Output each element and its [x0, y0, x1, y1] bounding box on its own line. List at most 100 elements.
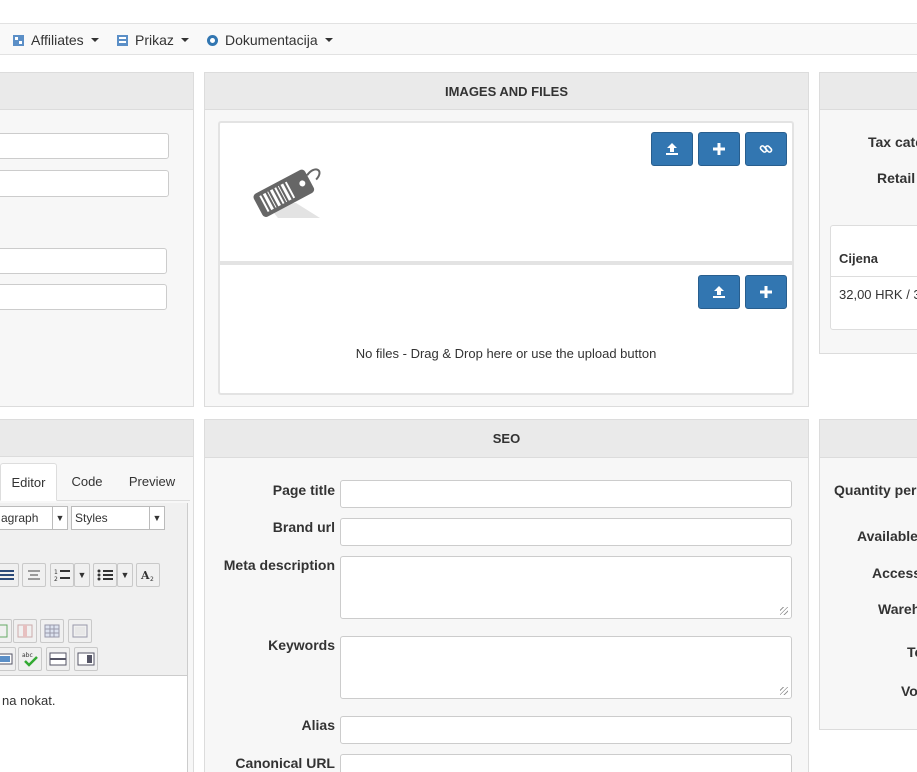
styles-value: Styles — [75, 511, 108, 525]
upload-file-button[interactable] — [698, 275, 740, 309]
align-center-button[interactable] — [22, 563, 46, 587]
meta-description-label: Meta description — [223, 557, 335, 573]
subscript-icon: A2 — [140, 569, 154, 583]
quantity-per-label: Quantity per — [834, 482, 917, 498]
upload-icon — [666, 143, 678, 155]
warehouse-label: Wareh — [878, 601, 917, 617]
horizontal-rule-button[interactable] — [46, 647, 70, 671]
resize-grip-icon[interactable] — [780, 607, 788, 615]
svg-text:A: A — [140, 569, 150, 582]
chevron-down-icon — [180, 38, 189, 42]
tab-editor[interactable]: Editor — [0, 463, 57, 501]
svg-text:abc: abc — [22, 652, 33, 659]
add-file-button[interactable] — [745, 275, 787, 309]
link-image-button[interactable] — [745, 132, 787, 166]
styles-select[interactable]: Styles ▼ — [71, 506, 165, 530]
left-input-2[interactable] — [0, 170, 169, 197]
canonical-url-label: Canonical URL — [235, 755, 335, 771]
files-empty-text: No files - Drag & Drop here or use the u… — [355, 346, 657, 361]
left-input-3[interactable] — [0, 248, 167, 274]
right-top-panel-header — [820, 73, 917, 110]
bullet-list-dropdown[interactable]: ▼ — [117, 563, 133, 587]
upload-image-button[interactable] — [651, 132, 693, 166]
table-icon — [0, 624, 8, 638]
retail-label: Retail — [877, 170, 916, 186]
upload-icon — [713, 286, 725, 298]
spellcheck-icon: abc — [22, 652, 38, 667]
chevron-down-icon: ▼ — [149, 507, 164, 529]
add-image-button[interactable] — [698, 132, 740, 166]
menu-affiliates[interactable]: Affiliates — [12, 31, 99, 49]
bullet-list-icon — [97, 569, 113, 581]
image-icon — [0, 653, 13, 665]
table-cell-icon — [72, 624, 88, 638]
left-top-panel — [0, 72, 194, 407]
price-table-divider — [831, 276, 917, 277]
align-justify-icon — [0, 570, 14, 580]
chevron-down-icon — [90, 38, 99, 42]
chevron-down-icon — [324, 38, 333, 42]
page-title-label: Page title — [272, 482, 335, 498]
template-button[interactable] — [74, 647, 98, 671]
horizontal-rule-icon — [49, 652, 67, 666]
affiliates-icon — [13, 34, 24, 46]
te-label: Te — [907, 644, 917, 660]
svg-text:2: 2 — [150, 576, 154, 583]
editor-content-text: na nokat. — [2, 693, 56, 708]
menu-dokumentacija[interactable]: Dokumentacija — [206, 31, 333, 49]
lifebuoy-icon — [207, 34, 218, 46]
subscript-button[interactable]: A2 — [136, 563, 160, 587]
insert-image-button[interactable] — [0, 647, 16, 671]
bullet-list-button[interactable] — [93, 563, 117, 587]
price-value: 32,00 HRK / 3 — [839, 287, 917, 302]
brand-url-label: Brand url — [272, 519, 335, 535]
price-column-header: Cijena — [839, 251, 879, 266]
svg-text:1: 1 — [54, 569, 58, 576]
brand-url-input[interactable] — [340, 518, 792, 546]
page-title-input[interactable] — [340, 480, 792, 508]
keywords-label: Keywords — [268, 637, 335, 653]
alias-label: Alias — [301, 717, 335, 733]
menu-dokumentacija-label: Dokumentacija — [225, 32, 318, 48]
link-icon — [759, 145, 773, 153]
table-column-button[interactable] — [13, 619, 37, 643]
align-center-icon — [28, 570, 40, 580]
plus-icon — [760, 286, 772, 298]
table-grid-button[interactable] — [40, 619, 64, 643]
chevron-down-icon: ▼ — [120, 570, 130, 580]
chevron-down-icon: ▼ — [77, 570, 87, 580]
spellcheck-button[interactable]: abc — [18, 647, 42, 671]
keywords-textarea[interactable] — [340, 636, 792, 699]
ordered-list-dropdown[interactable]: ▼ — [74, 563, 90, 587]
editor-content-area[interactable]: na nokat. — [0, 675, 188, 772]
paragraph-format-select[interactable]: agraph ▼ — [0, 506, 68, 530]
resize-grip-icon[interactable] — [780, 687, 788, 695]
align-justify-button[interactable] — [0, 563, 19, 587]
seo-title: SEO — [205, 420, 808, 458]
table-column-icon — [17, 624, 33, 638]
tax-category-label: Tax cate — [868, 134, 917, 150]
left-input-4[interactable] — [0, 284, 167, 310]
top-menu-bar: Affiliates Prikaz Dokumentacija — [0, 23, 917, 55]
ordered-list-button[interactable]: 12 — [50, 563, 74, 587]
ordered-list-icon: 12 — [54, 569, 70, 583]
table-cell-button[interactable] — [68, 619, 92, 643]
paragraph-format-value: agraph — [1, 511, 39, 525]
table-grid-icon — [44, 624, 60, 638]
svg-text:2: 2 — [54, 576, 58, 583]
left-input-1[interactable] — [0, 133, 169, 159]
media-divider — [219, 261, 793, 265]
meta-description-textarea[interactable] — [340, 556, 792, 619]
menu-prikaz-label: Prikaz — [135, 32, 174, 48]
alias-input[interactable] — [340, 716, 792, 744]
table-insert-button[interactable] — [0, 619, 12, 643]
price-table — [830, 225, 917, 330]
tab-code[interactable]: Code — [60, 463, 114, 501]
template-icon — [77, 652, 95, 666]
images-files-title: IMAGES AND FILES — [205, 73, 808, 110]
menu-prikaz[interactable]: Prikaz — [116, 31, 189, 49]
left-top-panel-header — [0, 73, 193, 110]
canonical-url-input[interactable] — [340, 754, 792, 772]
tab-preview[interactable]: Preview — [118, 463, 186, 501]
available-label: Available — [857, 528, 917, 544]
